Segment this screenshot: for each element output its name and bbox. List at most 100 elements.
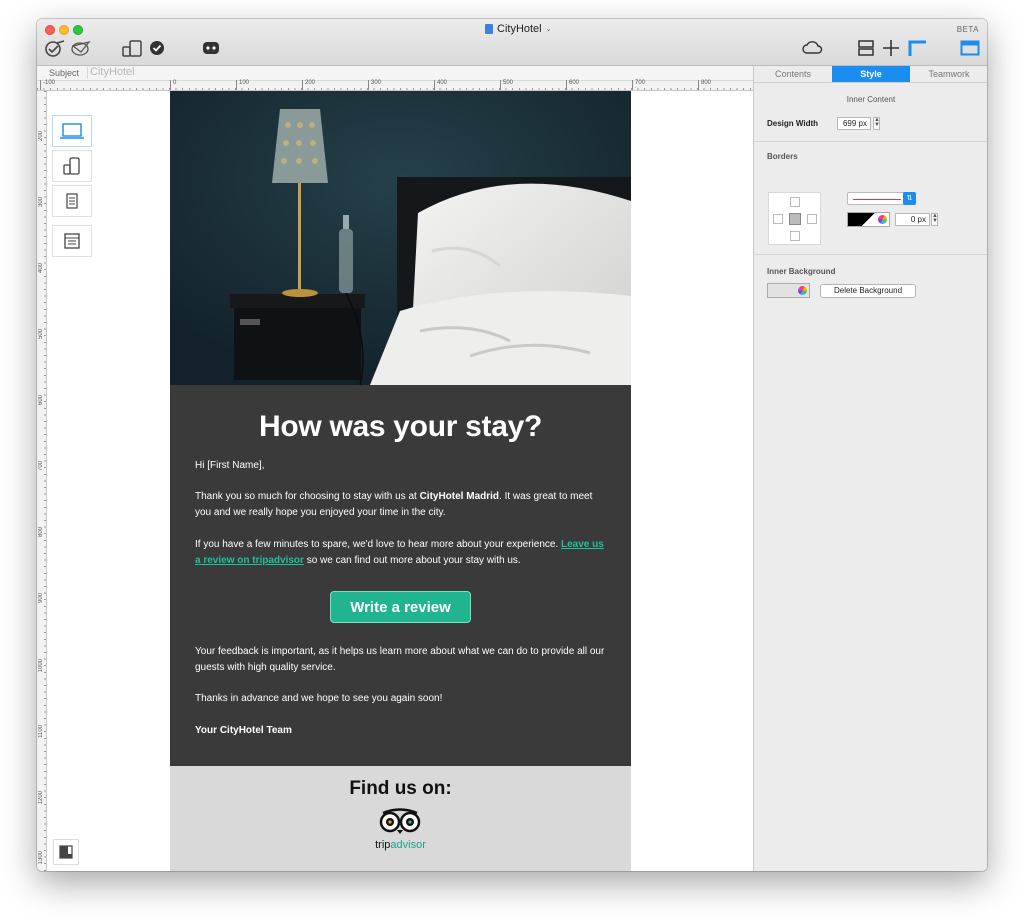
write-review-button[interactable]: Write a review bbox=[330, 591, 471, 623]
tablet-icon bbox=[66, 193, 78, 209]
template-icon bbox=[64, 233, 80, 249]
chevron-down-icon: ⌄ bbox=[545, 26, 552, 33]
minimize-window-button[interactable] bbox=[59, 25, 69, 35]
laptop-view-button[interactable] bbox=[52, 115, 92, 147]
border-bottom-toggle[interactable] bbox=[790, 231, 800, 241]
border-width-field[interactable]: 0 px bbox=[895, 213, 930, 226]
document-title-text: CityHotel bbox=[497, 23, 542, 35]
tablet-view-button[interactable] bbox=[52, 185, 92, 217]
send-test-button[interactable] bbox=[68, 37, 92, 59]
ruler-label: 700 bbox=[632, 80, 645, 90]
color-wheel-icon bbox=[878, 215, 887, 224]
inner-background-title: Inner Background bbox=[767, 267, 836, 276]
tab-contents[interactable]: Contents bbox=[754, 66, 832, 82]
document-icon bbox=[485, 24, 493, 34]
border-left-toggle[interactable] bbox=[773, 214, 783, 224]
cloud-icon bbox=[802, 41, 823, 54]
border-color-well[interactable] bbox=[847, 212, 890, 227]
ruler-label: 300 bbox=[38, 197, 44, 208]
panel-toggle-icon bbox=[960, 40, 980, 56]
design-canvas[interactable]: How was your stay? Hi [First Name], Than… bbox=[47, 91, 753, 871]
email-paragraph-4[interactable]: Thanks in advance and we hope to see you… bbox=[195, 691, 610, 707]
ruler-label: -100 bbox=[40, 80, 55, 90]
email-headline[interactable]: How was your stay? bbox=[170, 410, 631, 444]
color-wheel-icon bbox=[798, 286, 807, 295]
move-icon bbox=[883, 40, 899, 56]
design-width-label: Design Width bbox=[767, 119, 819, 128]
borders-title: Borders bbox=[767, 152, 798, 161]
document-title[interactable]: CityHotel ⌄ bbox=[485, 23, 552, 35]
subject-input[interactable]: CityHotel bbox=[90, 66, 135, 78]
tab-style[interactable]: Style bbox=[832, 66, 910, 82]
inner-background-color-well[interactable] bbox=[767, 283, 810, 298]
tripadvisor-wordmark[interactable]: tripadvisor bbox=[170, 839, 631, 851]
zoom-window-button[interactable] bbox=[73, 25, 83, 35]
check-icon bbox=[150, 41, 164, 55]
tab-teamwork[interactable]: Teamwork bbox=[910, 66, 987, 82]
email-paragraph-1[interactable]: Thank you so much for choosing to stay w… bbox=[195, 489, 610, 521]
footer-title[interactable]: Find us on: bbox=[170, 778, 631, 800]
email-signature[interactable]: Your CityHotel Team bbox=[195, 723, 610, 739]
panel-toggle-button[interactable] bbox=[959, 37, 981, 59]
gamepad-icon bbox=[203, 42, 219, 54]
subject-label: Subject bbox=[41, 67, 89, 79]
border-style-select[interactable]: ⇅ bbox=[847, 192, 916, 205]
ruler-label: 300 bbox=[368, 80, 381, 90]
close-window-button[interactable] bbox=[45, 25, 55, 35]
rulers-button[interactable] bbox=[906, 37, 928, 59]
ruler-label: 100 bbox=[236, 80, 249, 90]
border-right-toggle[interactable] bbox=[807, 214, 817, 224]
para1-text: Thank you so much for choosing to stay w… bbox=[195, 491, 420, 502]
device-preview-button[interactable] bbox=[120, 37, 144, 59]
mobile-devices-icon bbox=[63, 157, 80, 175]
email-paragraph-2[interactable]: If you have a few minutes to spare, we'd… bbox=[195, 537, 610, 569]
email-body[interactable]: How was your stay? Hi [First Name], Than… bbox=[170, 385, 631, 766]
move-button[interactable] bbox=[880, 37, 902, 59]
design-width-stepper[interactable]: ▲ ▼ bbox=[873, 117, 880, 130]
border-all-toggle[interactable] bbox=[789, 213, 801, 225]
layout-icon bbox=[858, 40, 874, 56]
square-split-icon bbox=[59, 845, 73, 859]
titlebar: CityHotel ⌄ BETA bbox=[37, 19, 987, 66]
ruler-label: 1300 bbox=[38, 851, 44, 865]
divider bbox=[754, 141, 987, 142]
beta-badge: BETA bbox=[956, 25, 979, 34]
tripadvisor-trip: trip bbox=[375, 839, 391, 851]
cloud-button[interactable] bbox=[800, 37, 824, 59]
games-button[interactable] bbox=[199, 37, 223, 59]
ruler-label: 1200 bbox=[38, 791, 44, 805]
ruler-label: 700 bbox=[38, 461, 44, 472]
ruler-label: 500 bbox=[500, 80, 513, 90]
ruler-label: 200 bbox=[302, 80, 315, 90]
inner-content-title: Inner Content bbox=[846, 95, 896, 104]
ruler-label: 400 bbox=[434, 80, 447, 90]
border-side-selector[interactable] bbox=[768, 192, 821, 245]
devices-icon bbox=[122, 40, 142, 57]
subject-bar: Subject CityHotel bbox=[37, 66, 753, 81]
horizontal-ruler[interactable]: -100 0 100 200 300 400 500 600 700 800 bbox=[37, 80, 753, 91]
email-preview[interactable]: How was your stay? Hi [First Name], Than… bbox=[170, 91, 631, 871]
ruler-label: 600 bbox=[566, 80, 579, 90]
inspector-panel: Contents Style Teamwork Inner Content De… bbox=[753, 66, 987, 871]
check-button[interactable] bbox=[147, 37, 167, 59]
border-top-toggle[interactable] bbox=[790, 197, 800, 207]
preview-button[interactable] bbox=[43, 37, 67, 59]
layout-button[interactable] bbox=[855, 37, 877, 59]
design-width-field[interactable]: 699 px bbox=[837, 117, 871, 130]
bottom-toggle-button[interactable] bbox=[53, 839, 79, 865]
vertical-ruler[interactable]: 200 300 400 500 600 700 800 900 1000 110… bbox=[37, 91, 47, 871]
delete-background-button[interactable]: Delete Background bbox=[820, 284, 916, 298]
ruler-label: 400 bbox=[38, 263, 44, 274]
ruler-label: 600 bbox=[38, 395, 44, 406]
email-greeting[interactable]: Hi [First Name], bbox=[195, 458, 610, 474]
template-view-button[interactable] bbox=[52, 225, 92, 257]
para2-text: If you have a few minutes to spare, we'd… bbox=[195, 539, 562, 550]
email-paragraph-3[interactable]: Your feedback is important, as it helps … bbox=[195, 644, 610, 676]
preview-icon bbox=[45, 40, 65, 57]
mobile-view-button[interactable] bbox=[52, 150, 92, 182]
ruler-label: 1000 bbox=[38, 659, 44, 673]
border-width-stepper[interactable]: ▲ ▼ bbox=[931, 213, 938, 226]
email-footer[interactable]: Find us on: tripadvisor bbox=[170, 766, 631, 871]
inspector-tabs: Contents Style Teamwork bbox=[754, 66, 987, 83]
tripadvisor-owl-icon[interactable] bbox=[377, 808, 423, 834]
